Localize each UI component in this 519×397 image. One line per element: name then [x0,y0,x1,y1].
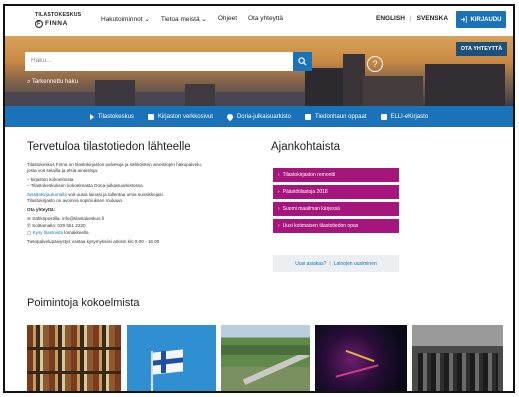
quicklink-elli[interactable]: ELLI-eKirjasto [380,113,428,120]
quicklink-doria[interactable]: Doria-julkaisuarkisto [225,112,291,121]
main-nav: Hakutoiminnot ⌄ Tietoa meistä ⌄ Ohjeet O… [101,15,283,23]
search-button[interactable] [293,52,312,71]
arrow-icon [89,113,94,120]
lang-swedish[interactable]: SVENSKA [417,15,448,22]
login-link[interactable]: Sisäänkirjautumalla [27,192,67,197]
lang-english[interactable]: ENGLISH [376,15,405,22]
login-icon [461,16,468,23]
service-hours: Tietopalvelupäivystys vastaa kysymyksiis… [27,239,160,244]
browser-page: TILASTOKESKUS F FINNA Hakutoiminnot ⌄ Tie… [3,4,515,393]
nav-about[interactable]: Tietoa meistä ⌄ [161,15,207,23]
help-icon[interactable]: ? [367,56,383,72]
news-item[interactable]: › Suomi maailman kärjessä [273,202,399,216]
quick-links-bar: Tilastokeskus Kirjaston verkkosivut Dori… [5,106,513,127]
opening-info: Tilastokirjasto on avoinna sopimuksen mu… [27,198,124,203]
contact-email: ✉ Sähköpostilla: info@tilastokeskus.fi [27,216,104,221]
book-icon [147,113,154,120]
chevron-right-icon: › [278,206,280,212]
search-icon [298,57,307,66]
pick-image-landscape[interactable] [221,325,310,391]
news-title: Ajankohtaista [271,141,341,153]
feedback-tab[interactable]: OTA YHTEYTTÄ [456,42,507,56]
document-icon [305,113,311,120]
welcome-bullet: – Tilastokeskuksen kokoelmasta Doria-jul… [27,183,143,188]
quicklink-guides[interactable]: Tiedonhaun oppaat [305,113,367,120]
chevron-right-icon: › [278,172,280,178]
news-item[interactable]: › Uusi kotimaisen tilastotiedon opas [273,219,399,233]
advanced-search-label: Tarkennettu haku [31,79,78,85]
contact-ask: ▢ Kysy tilastoista lomakkeella [27,230,89,235]
news-item[interactable]: › Päästötilastoja 2018 [273,185,399,199]
collection-picks-title: Poimintoja kokoelmista [27,297,140,309]
search-input[interactable]: Haku... [25,52,293,71]
pick-image-archive-photo[interactable] [412,325,503,391]
news-item[interactable]: › Tilastokirjaston remontti [273,168,399,182]
chevron-right-icon: › [278,223,280,229]
welcome-title: Tervetuloa tilastotiedon lähteelle [27,141,191,153]
pick-image-flag[interactable] [127,325,216,391]
advanced-search-link[interactable]: ⌕ Tarkennettu haku [27,79,78,86]
finna-logo[interactable]: TILASTOKESKUS F FINNA [35,12,81,32]
advanced-search-icon: ⌕ [27,79,31,85]
logo-line2: FINNA [45,20,68,27]
contact-phone: ✆ Soittamalla: 029 551 2220 [27,223,86,228]
quicklink-library-site[interactable]: Kirjaston verkkosivut [147,113,213,120]
welcome-text: josta voit selailla ja etsiä aineistoja: [27,168,99,173]
nav-contact[interactable]: Ota yhteyttä [248,15,283,23]
site-header: TILASTOKESKUS F FINNA Hakutoiminnot ⌄ Tie… [5,6,513,36]
login-label: KIRJAUDU [470,16,502,23]
ask-link[interactable]: Kysy tilastoista [33,230,63,235]
new-customer-link[interactable]: Uusi asiakas? [295,261,326,267]
drop-icon [225,112,235,121]
finna-ring-icon: F [35,19,43,28]
chevron-right-icon: › [278,189,280,195]
ebook-icon [380,113,387,120]
hero-banner: Haku... ⌕ Tarkennettu haku ? OTA YHTEYTT… [5,36,513,106]
quicklink-statistics-finland[interactable]: Tilastokeskus [89,113,134,120]
pick-image-books[interactable] [27,325,121,391]
logo-line1: TILASTOKESKUS [35,12,82,18]
language-switch: ENGLISH | SVENSKA [376,15,449,22]
nav-help[interactable]: Ohjeet [218,15,237,23]
renew-loans-link[interactable]: Lainojen uusiminen [334,261,377,267]
nav-search-tools[interactable]: Hakutoiminnot ⌄ [101,15,150,23]
login-button[interactable]: KIRJAUDU [456,11,506,28]
contact-heading: Ota yhteyttä: [27,207,56,212]
customer-links-box: Uusi asiakas? | Lainojen uusiminen [273,255,399,272]
pick-image-lights[interactable] [315,325,407,391]
